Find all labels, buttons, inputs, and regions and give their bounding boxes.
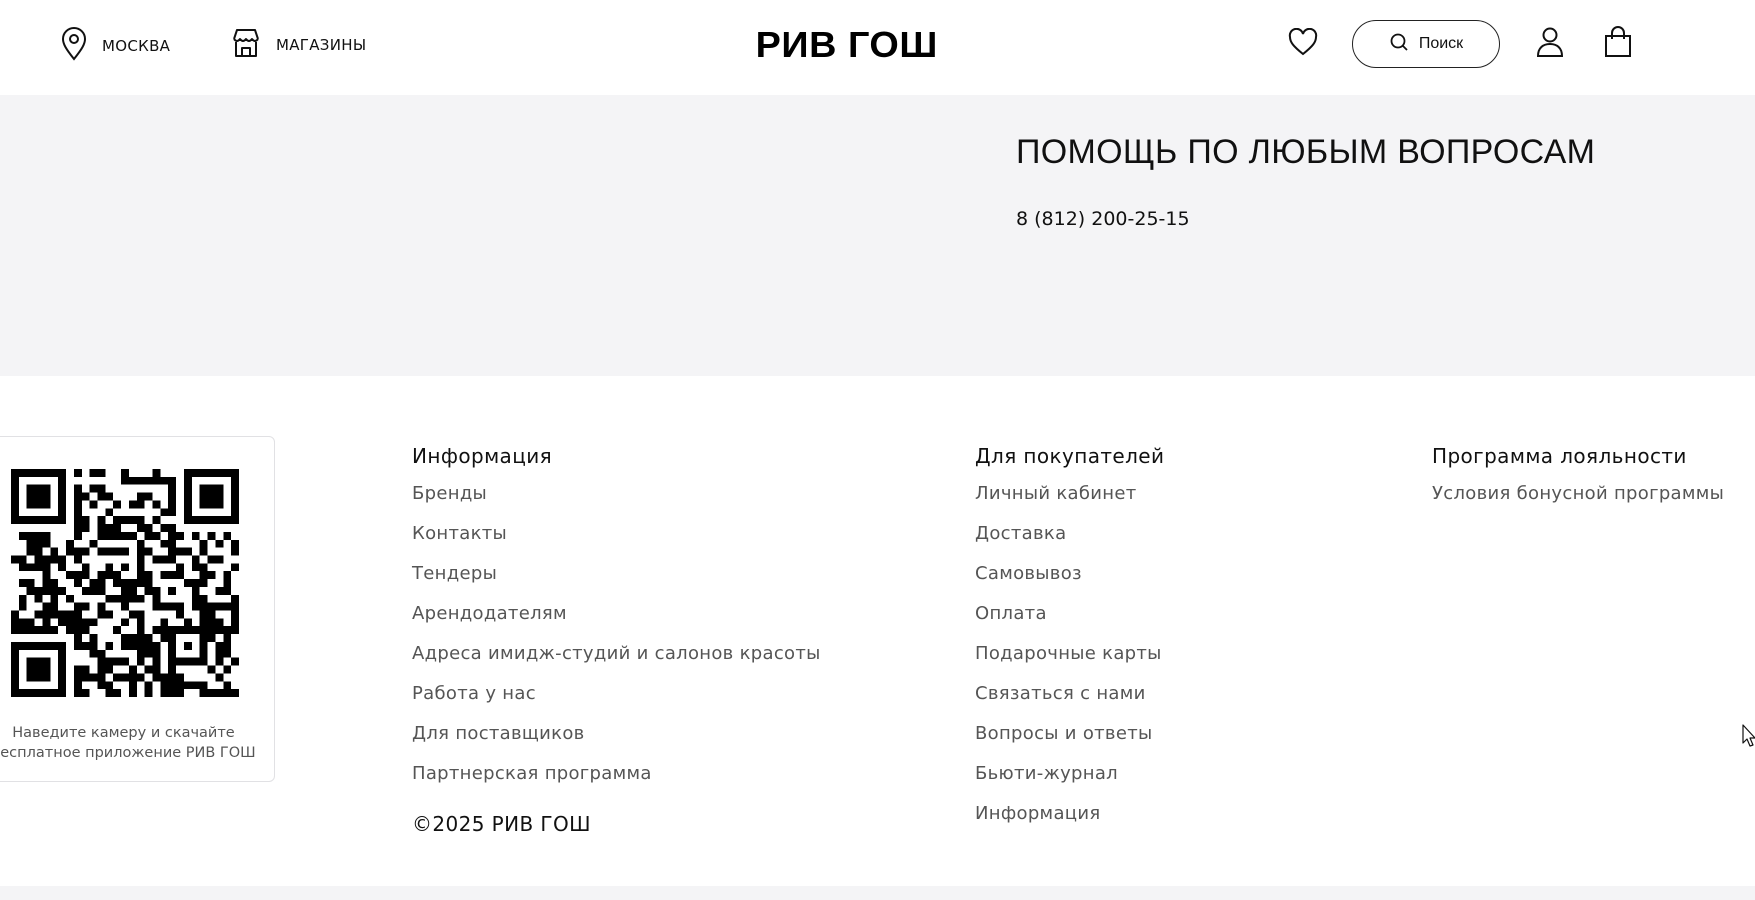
- help-phone-link[interactable]: 8 (812) 200-25-15: [1016, 208, 1190, 230]
- footer-link[interactable]: Связаться с нами: [975, 680, 1164, 720]
- app-qr-card: Наведите камеру и скачайте бесплатное пр…: [0, 436, 275, 782]
- footer-link[interactable]: Контакты: [412, 520, 821, 560]
- heart-icon: [1288, 27, 1318, 60]
- help-section: ПОМОЩЬ ПО ЛЮБЫМ ВОПРОСАМ 8 (812) 200-25-…: [0, 95, 1755, 376]
- store-icon: [230, 27, 262, 63]
- footer-link-list: Личный кабинет Доставка Самовывоз Оплата…: [975, 480, 1164, 840]
- footer-column-title: Информация: [412, 444, 553, 468]
- footer-link[interactable]: Информация: [975, 800, 1164, 840]
- footer-link[interactable]: Самовывоз: [975, 560, 1164, 600]
- cart-icon: [1603, 26, 1633, 62]
- footer-link[interactable]: Бьюти-журнал: [975, 760, 1164, 800]
- footer-column-loyalty: Программа лояльности Условия бонусной пр…: [1432, 442, 1724, 520]
- search-button[interactable]: Поиск: [1352, 20, 1500, 68]
- city-selector[interactable]: МОСКВА: [60, 27, 170, 65]
- city-label: МОСКВА: [102, 37, 171, 55]
- location-icon: [60, 27, 88, 65]
- copyright: ©2025 РИВ ГОШ: [412, 812, 591, 836]
- footer-link[interactable]: Работа у нас: [412, 680, 821, 720]
- cart-button[interactable]: [1599, 25, 1637, 63]
- footer-link[interactable]: Доставка: [975, 520, 1164, 560]
- footer-bottom-band: [0, 886, 1755, 900]
- footer-link[interactable]: Адреса имидж-студий и салонов красоты: [412, 640, 821, 680]
- stores-label: МАГАЗИНЫ: [276, 36, 367, 54]
- footer-link[interactable]: Для поставщиков: [412, 720, 821, 760]
- footer-column-title: Для покупателей: [975, 444, 1165, 468]
- help-title: ПОМОЩЬ ПО ЛЮБЫМ ВОПРОСАМ: [1016, 133, 1596, 171]
- footer-link[interactable]: Бренды: [412, 480, 821, 520]
- app-qr-code: [11, 469, 239, 697]
- footer-link[interactable]: Арендодателям: [412, 600, 821, 640]
- mouse-cursor-icon: [1742, 724, 1755, 747]
- favorites-button[interactable]: [1284, 25, 1322, 63]
- site-logo[interactable]: РИВ ГОШ: [756, 24, 938, 66]
- qr-caption-line: Наведите камеру и скачайте: [12, 725, 235, 741]
- search-label: Поиск: [1418, 35, 1464, 52]
- stores-link[interactable]: МАГАЗИНЫ: [230, 27, 366, 63]
- footer-column-customers: Для покупателей Личный кабинет Доставка …: [975, 442, 1164, 840]
- footer-link[interactable]: Личный кабинет: [975, 480, 1164, 520]
- footer-column-title: Программа лояльности: [1432, 444, 1687, 468]
- footer-link[interactable]: Вопросы и ответы: [975, 720, 1164, 760]
- footer-link-list: Условия бонусной программы: [1432, 480, 1724, 520]
- footer-link[interactable]: Партнерская программа: [412, 760, 821, 800]
- site-header: МОСКВА МАГАЗИНЫ РИВ ГОШ Поиск: [0, 0, 1755, 95]
- qr-caption: Наведите камеру и скачайте бесплатное пр…: [0, 723, 256, 763]
- footer-link[interactable]: Условия бонусной программы: [1432, 480, 1724, 520]
- footer-link[interactable]: Подарочные карты: [975, 640, 1164, 680]
- user-icon: [1536, 26, 1564, 62]
- footer-column-info: Информация Бренды Контакты Тендеры Аренд…: [412, 442, 821, 800]
- search-icon: [1389, 32, 1409, 56]
- account-button[interactable]: [1531, 25, 1569, 63]
- qr-caption-line: бесплатное приложение РИВ ГОШ: [0, 745, 256, 761]
- footer-link[interactable]: Тендеры: [412, 560, 821, 600]
- footer-link-list: Бренды Контакты Тендеры Арендодателям Ад…: [412, 480, 821, 800]
- footer-link[interactable]: Оплата: [975, 600, 1164, 640]
